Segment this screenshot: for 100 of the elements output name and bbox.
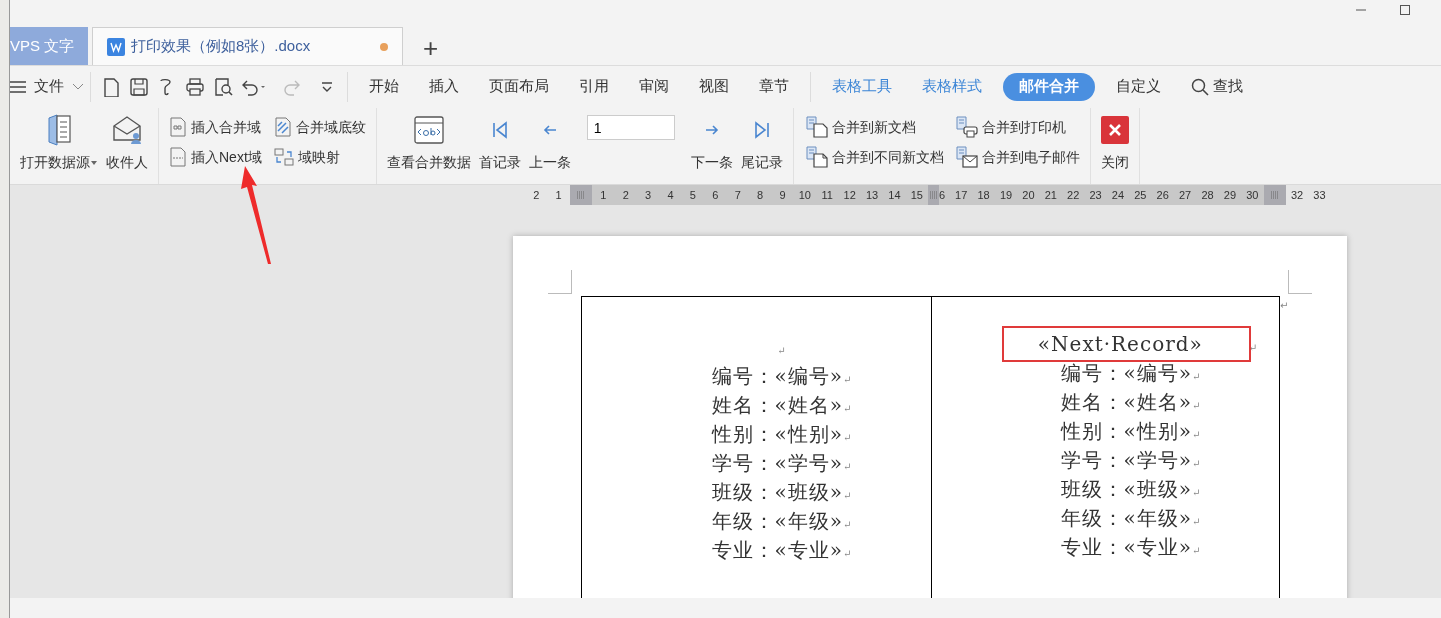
file-menu[interactable]: 文件 [10, 74, 84, 100]
ruler-number: 9 [771, 185, 794, 205]
ribbon-button[interactable]: 首记录 [474, 112, 525, 175]
merge-field-line: 班级：«班级» [711, 480, 844, 504]
ribbon-button[interactable]: 合并到新文档 [801, 112, 948, 142]
merge-printer-icon [955, 116, 978, 138]
paragraph-mark: ↵ [843, 432, 852, 443]
ruler-number: 20 [1017, 185, 1040, 205]
last-record-icon [753, 121, 770, 139]
unsaved-dot [380, 42, 388, 51]
ruler-marker[interactable] [569, 185, 593, 205]
ribbon-button[interactable]: 合并到不同新文档 [801, 142, 948, 172]
ribbon-tab[interactable]: 自定义 [1116, 74, 1161, 100]
ruler-number: 24 [1106, 185, 1130, 205]
field-shading-icon [273, 117, 292, 137]
close-icon [1100, 116, 1129, 144]
ribbon-tab[interactable]: 表格样式 [922, 74, 982, 100]
print-icon[interactable] [185, 77, 205, 97]
merge-field-line: 编号：«编号» [711, 364, 844, 388]
ribbon-tab[interactable]: 引用 [579, 74, 609, 100]
ribbon-button[interactable]: 域映射 [269, 142, 370, 172]
ribbon-tab[interactable]: 视图 [699, 74, 729, 100]
ruler-marker[interactable] [928, 185, 940, 205]
ruler-number: 23 [1084, 185, 1107, 205]
paragraph-mark: ↵ [843, 548, 852, 559]
ruler-number: 2 [532, 188, 541, 203]
merge-field-line: 姓名：«姓名» [711, 393, 844, 417]
ruler-number: 21 [1039, 185, 1062, 205]
merge-field-line: 年级：«年级» [1060, 506, 1193, 530]
print-preview-icon[interactable] [213, 77, 233, 97]
merge-field-icon [169, 117, 187, 137]
ruler-number: 26 [1151, 185, 1174, 205]
merge-field-line: 学号：«学号» [711, 451, 844, 475]
menu-icon [10, 80, 26, 94]
ruler-number: 12 [838, 185, 861, 205]
merge-field-line: 性别：«性别» [711, 422, 844, 446]
ribbon-button[interactable]: 合并到打印机 [951, 112, 1084, 142]
new-document-icon[interactable] [101, 77, 121, 97]
merge-field-line: 专业：«专业» [711, 538, 844, 562]
ruler-number: 5 [681, 185, 705, 205]
ruler-number: 7 [726, 185, 749, 205]
merge-field-line: 编号：«编号» [1060, 361, 1193, 385]
envelope-icon [111, 114, 143, 146]
merge-field-line: 性别：«性别» [1060, 419, 1193, 443]
next-icon [704, 123, 719, 137]
paragraph-mark: ↵ [1192, 545, 1201, 556]
ribbon-button[interactable]: 打开数据源 [16, 112, 102, 175]
ribbon-tab[interactable]: 页面布局 [489, 74, 549, 100]
grip-icon [1270, 191, 1279, 199]
ruler-number: 32 [1289, 188, 1305, 203]
ruler-number: 22 [1062, 185, 1085, 205]
ruler-number: 13 [860, 185, 884, 205]
ribbon-button[interactable]: 插入Next域 [165, 142, 266, 172]
record-number-field[interactable]: 1 [586, 115, 675, 140]
ribbon-button[interactable]: 插入合并域 [165, 112, 266, 142]
maximize-icon[interactable] [1399, 4, 1411, 16]
ribbon-button[interactable]: 关闭 [1096, 112, 1133, 175]
crop-mark [1288, 270, 1312, 294]
new-tab-button[interactable]: + [419, 35, 443, 65]
ribbon-button[interactable]: 查看合并数据 [382, 112, 475, 175]
chevron-down-icon [72, 83, 84, 91]
paragraph-mark: ↵ [1192, 487, 1201, 498]
ribbon-tab[interactable]: 表格工具 [832, 74, 892, 100]
ribbon-button[interactable]: 下一条 [686, 112, 737, 175]
paragraph-mark: ↵ [843, 519, 852, 530]
ribbon-tab[interactable]: 审阅 [639, 74, 669, 100]
save-icon[interactable] [129, 77, 149, 97]
ruler-number: 28 [1196, 185, 1219, 205]
ruler-number: 6 [939, 185, 951, 205]
caret-down-icon [90, 159, 98, 166]
ribbon-tab[interactable]: 开始 [369, 74, 399, 100]
crop-mark [548, 270, 572, 294]
paragraph-mark: ↵ [843, 374, 852, 385]
ribbon-button[interactable]: 上一条 [524, 112, 575, 175]
ruler-number: 25 [1129, 185, 1152, 205]
window-tab[interactable]: 打印效果（例如8张）.docx [92, 27, 403, 65]
ribbon-button[interactable]: 合并到电子邮件 [951, 142, 1084, 172]
ribbon-tab[interactable]: 查找 [1191, 74, 1243, 100]
ruler-number: 11 [816, 185, 839, 205]
ribbon-button[interactable]: 尾记录 [736, 112, 787, 175]
merge-field-line: 姓名：«姓名» [1060, 390, 1193, 414]
paragraph-mark: ↵ [1192, 371, 1201, 382]
previous-icon [542, 123, 557, 137]
grip-icon [929, 191, 938, 199]
ruler-marker[interactable] [1263, 185, 1286, 205]
paragraph-mark: ↵ [1248, 342, 1258, 353]
ruler-number: 3 [636, 185, 660, 205]
ribbon-button[interactable]: 合并域底纹 [269, 112, 370, 142]
merge-field-line: 专业：«专业» [1060, 535, 1193, 559]
ruler-number: 6 [704, 185, 727, 205]
ruler-number: 30 [1241, 185, 1264, 205]
ribbon-tab[interactable]: 插入 [429, 74, 459, 100]
ribbon-tab[interactable]: 章节 [759, 74, 789, 100]
paragraph-mark: ↵ [1192, 458, 1201, 469]
ribbon-button[interactable]: 收件人 [102, 112, 152, 175]
grip-icon [576, 191, 585, 199]
paragraph-mark: ↵ [1192, 400, 1201, 411]
merge-separate-documents-icon [805, 146, 828, 168]
data-source-icon [46, 114, 72, 146]
ruler-number: 19 [994, 185, 1018, 205]
